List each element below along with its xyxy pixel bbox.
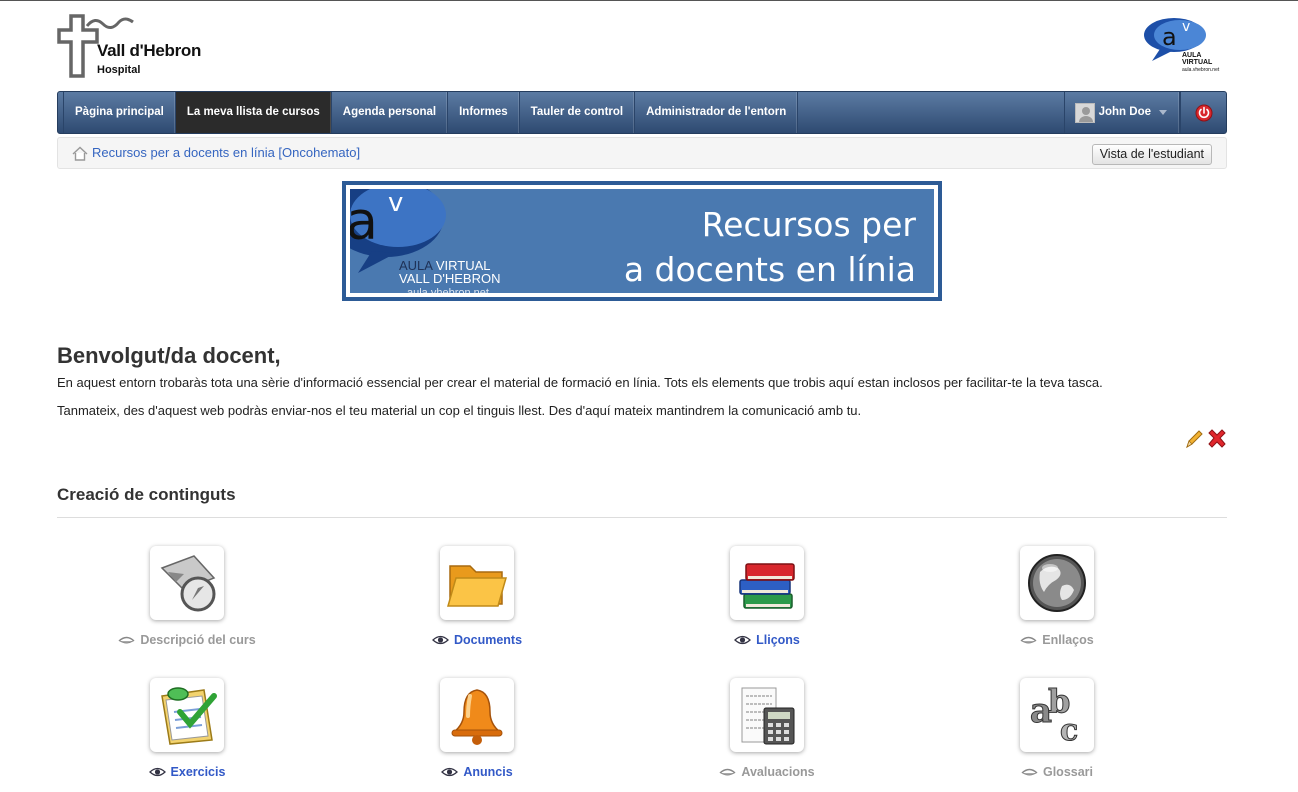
- eye-icon[interactable]: [431, 635, 449, 645]
- welcome-heading: Benvolgut/da docent,: [57, 343, 281, 368]
- nav-item-dashboard[interactable]: Tauler de control: [520, 92, 636, 133]
- power-icon: [1195, 104, 1212, 121]
- svg-text:a: a: [346, 192, 378, 252]
- svg-text:c: c: [1060, 713, 1078, 748]
- banner-title: Recursos per a docents en línia: [623, 205, 916, 289]
- course-banner: a v Recursos per a docents en línia AULA…: [342, 181, 942, 301]
- nav-item-my-courses[interactable]: La meva llista de cursos: [175, 92, 332, 133]
- hospital-logo: Vall d'Hebron Hospital: [57, 14, 217, 78]
- folder-icon: [447, 565, 507, 607]
- aula-virtual-logo: a v AULA VIRTUAL aula.vhebron.net: [1142, 15, 1228, 73]
- announcements-label[interactable]: Anuncis: [377, 765, 577, 779]
- glossary-label[interactable]: Glossari: [957, 765, 1157, 779]
- eye-icon[interactable]: [734, 635, 752, 645]
- tool-lessons: Lliçons: [667, 546, 867, 647]
- assessments-button[interactable]: [730, 678, 804, 752]
- eye-closed-icon[interactable]: [1021, 767, 1038, 777]
- svg-text:v: v: [388, 188, 403, 218]
- aula-logo-tag: AULA VIRTUAL aula.vhebron.net: [1182, 52, 1220, 73]
- chevron-down-icon: [1159, 110, 1167, 115]
- links-label[interactable]: Enllaços: [957, 633, 1157, 647]
- intro-paragraph-1: En aquest entorn trobaràs tota una sèrie…: [57, 375, 1103, 390]
- eye-closed-icon[interactable]: [118, 635, 135, 645]
- tool-glossary: a b c Glossari: [957, 678, 1157, 779]
- breadcrumb: Recursos per a docents en línia [Oncohem…: [57, 137, 1227, 169]
- course-description-label[interactable]: Descripció del curs: [87, 633, 287, 647]
- announcements-button[interactable]: [440, 678, 514, 752]
- nav-item-agenda[interactable]: Agenda personal: [332, 92, 449, 133]
- links-button[interactable]: [1020, 546, 1094, 620]
- tool-exercises: Exercicis: [87, 678, 287, 779]
- globe-icon: [1028, 554, 1086, 612]
- avatar: [1074, 102, 1095, 123]
- calculator-icon: [741, 687, 795, 745]
- nav-item-home[interactable]: Pàgina principal: [63, 92, 176, 133]
- user-menu[interactable]: John Doe: [1063, 92, 1180, 133]
- nav-item-admin[interactable]: Administrador de l'entorn: [635, 92, 799, 133]
- hospital-sub: Hospital: [97, 64, 141, 76]
- documents-label[interactable]: Documents: [377, 633, 577, 647]
- bell-icon: [451, 689, 503, 745]
- lessons-button[interactable]: [730, 546, 804, 620]
- books-icon: [739, 563, 795, 609]
- tool-assessments: Avaluacions: [667, 678, 867, 779]
- eye-icon[interactable]: [441, 767, 459, 777]
- eye-closed-icon[interactable]: [1020, 635, 1037, 645]
- intro-edit-tools: [1184, 428, 1228, 450]
- lessons-label[interactable]: Lliçons: [667, 633, 867, 647]
- exercises-button[interactable]: [150, 678, 224, 752]
- compass-icon: [160, 555, 216, 612]
- section-title: Creació de continguts: [57, 485, 236, 504]
- intro-paragraph-2: Tanmateix, des d'aquest web podràs envia…: [57, 403, 862, 418]
- assessments-label[interactable]: Avaluacions: [667, 765, 867, 779]
- nav-item-reports[interactable]: Informes: [448, 92, 520, 133]
- tool-announcements: Anuncis: [377, 678, 577, 779]
- tool-course-description: Descripció del curs: [87, 546, 287, 647]
- home-icon[interactable]: [72, 146, 88, 161]
- eye-icon[interactable]: [148, 767, 166, 777]
- course-description-button[interactable]: [150, 546, 224, 620]
- breadcrumb-course-link[interactable]: Recursos per a docents en línia [Oncohem…: [92, 145, 360, 160]
- abc-icon: a b c: [1030, 682, 1079, 748]
- tool-documents: Documents: [377, 546, 577, 647]
- main-navbar: Pàgina principal La meva llista de curso…: [57, 91, 1227, 134]
- documents-button[interactable]: [440, 546, 514, 620]
- exercises-label[interactable]: Exercicis: [87, 765, 287, 779]
- student-view-button[interactable]: Vista de l'estudiant: [1091, 144, 1212, 165]
- section-divider: [57, 517, 1227, 518]
- banner-aula-text: AULA VIRTUAL VALL D'HEBRON aula.vhebron.…: [399, 258, 501, 297]
- checklist-icon: [161, 687, 217, 745]
- glossary-button[interactable]: a b c: [1020, 678, 1094, 752]
- svg-text:v: v: [1182, 19, 1190, 35]
- delete-icon[interactable]: [1206, 428, 1228, 450]
- eye-closed-icon[interactable]: [719, 767, 736, 777]
- svg-text:a: a: [1162, 23, 1177, 51]
- logout-button[interactable]: [1180, 92, 1226, 133]
- tool-links: Enllaços: [957, 546, 1157, 647]
- pencil-icon[interactable]: [1184, 428, 1204, 450]
- user-name: John Doe: [1098, 106, 1151, 118]
- hospital-name: Vall d'Hebron: [97, 41, 202, 60]
